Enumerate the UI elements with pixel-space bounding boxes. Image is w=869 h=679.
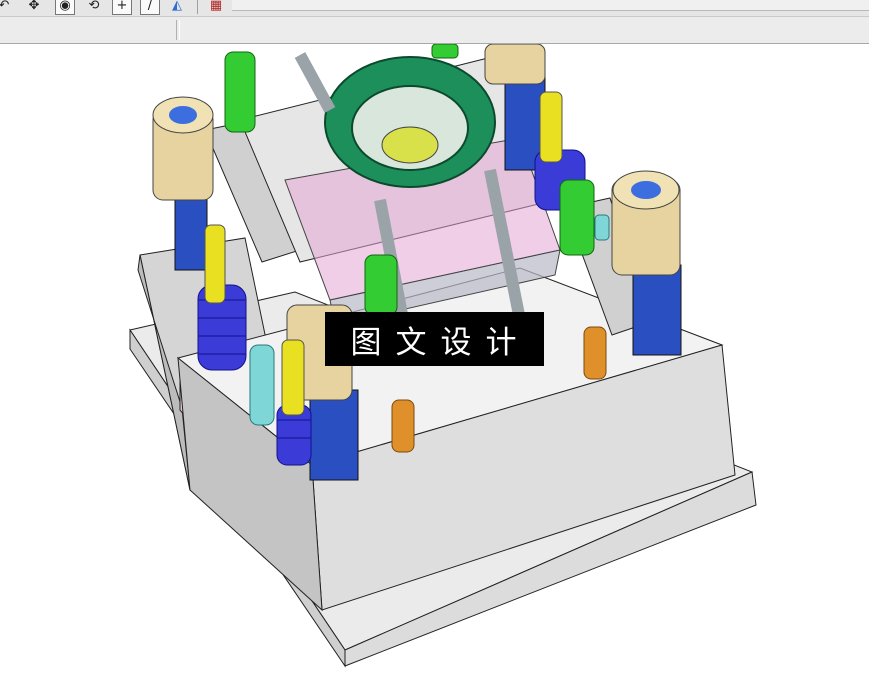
toolbar-field bbox=[232, 0, 869, 11]
return-pin bbox=[281, 339, 305, 416]
return-pin bbox=[204, 224, 226, 304]
line-icon[interactable]: / bbox=[140, 0, 160, 15]
target-icon[interactable]: ◉ bbox=[55, 0, 75, 15]
dowel-pin bbox=[583, 326, 607, 380]
rotate-icon[interactable]: ↶ bbox=[0, 0, 14, 15]
sprue-bushing bbox=[381, 126, 439, 164]
panel-header-bar bbox=[0, 17, 869, 44]
cooling-plug bbox=[594, 214, 610, 241]
panel-divider[interactable] bbox=[176, 20, 180, 40]
screw bbox=[224, 51, 256, 133]
toolbar: ↶ ✥ ◉ ⟲ + / ◭ ▦ bbox=[0, 0, 869, 17]
pan-icon[interactable]: ✥ bbox=[24, 0, 44, 15]
view-cube-icon[interactable]: ◭ bbox=[167, 0, 187, 15]
crosshair-icon[interactable]: + bbox=[112, 0, 132, 15]
cooling-plug bbox=[249, 344, 275, 426]
return-pin bbox=[539, 91, 563, 163]
toolbar-separator bbox=[197, 0, 198, 14]
screw bbox=[431, 44, 459, 59]
screw bbox=[559, 179, 595, 256]
watermark-label: 图文设计 bbox=[325, 312, 544, 366]
screw bbox=[364, 254, 398, 316]
guide-pillar-back-left bbox=[152, 96, 214, 271]
grid-icon[interactable]: ▦ bbox=[206, 0, 226, 15]
dowel-pin bbox=[391, 399, 415, 453]
orbit-icon[interactable]: ⟲ bbox=[84, 0, 104, 15]
